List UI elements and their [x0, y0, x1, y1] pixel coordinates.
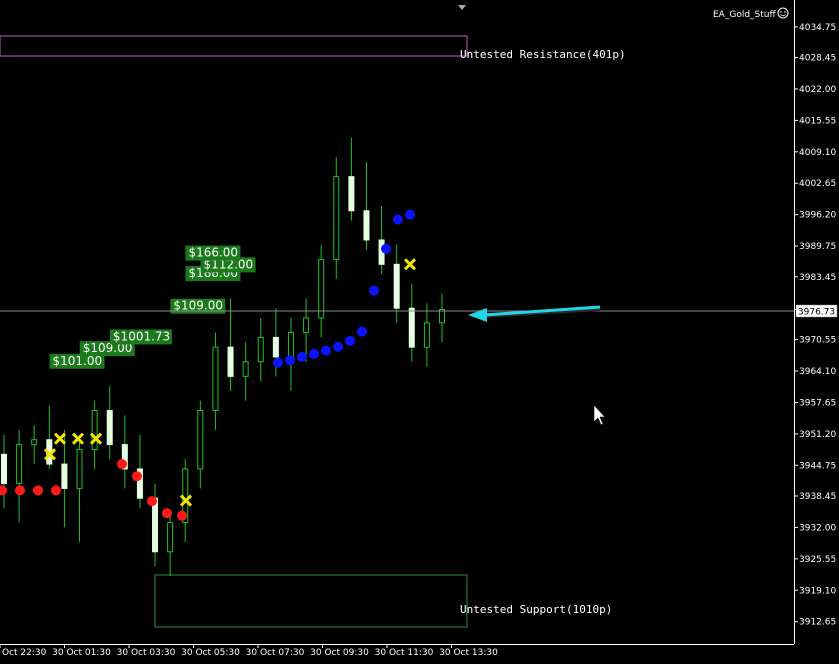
buy-signal-dot: [369, 285, 379, 296]
sell-signal-dot: [15, 485, 25, 496]
bullish-candle: [212, 346, 219, 411]
indicator-name: EA_Gold_Stuff: [713, 10, 776, 20]
sell-signal-dot: [117, 459, 127, 470]
buy-signal-dot: [333, 341, 343, 352]
bearish-candle: [1, 453, 7, 485]
y-tick-label: 3957.65: [799, 398, 836, 408]
bullish-candle: [333, 176, 340, 260]
y-tick-label: 3996.20: [799, 211, 836, 221]
axis-separator: [794, 0, 795, 644]
x-tick-label: 30 Oct 01:30: [52, 648, 111, 658]
x-tick-label: 30 Oct 09:30: [310, 648, 369, 658]
y-tick-label: 3983.45: [799, 273, 836, 283]
bearish-candle: [272, 336, 279, 358]
y-tick-label: 3932.00: [799, 523, 836, 533]
bearish-candle: [393, 263, 400, 309]
x-tick-label: 30 Oct 13:30: [439, 648, 498, 658]
bearish-candle: [363, 210, 370, 241]
sell-signal-dot: [33, 485, 43, 496]
bullish-candle: [76, 448, 83, 489]
price-chart[interactable]: Untested Resistance(401p) Untested Suppo…: [0, 0, 839, 664]
y-tick-label: 3938.45: [799, 492, 836, 502]
buy-signal-dot: [393, 214, 403, 225]
y-tick-label: 3925.55: [799, 555, 836, 565]
bullish-candle: [423, 322, 430, 348]
bullish-candle: [167, 522, 174, 553]
bearish-candle: [152, 497, 159, 553]
current-price-tag: 3976.73: [795, 304, 838, 318]
time-axis-separator: [0, 644, 794, 645]
sell-signal-dot: [177, 510, 187, 521]
support-zone-label: Untested Support(1010p): [460, 603, 612, 616]
buy-signal-dot: [273, 357, 283, 368]
y-tick-label: 4002.65: [799, 179, 836, 189]
sell-signal-dot: [132, 471, 142, 482]
sell-signal-dot: [147, 496, 157, 507]
profit-label: $1001.73: [109, 329, 172, 345]
y-tick-label: 4015.55: [799, 116, 836, 126]
y-tick-label: 3912.65: [799, 618, 836, 628]
x-tick-label: 30 Oct 11:30: [375, 648, 434, 658]
bullish-candle: [16, 444, 23, 485]
bearish-candle: [227, 346, 234, 377]
x-tick-label: 30 Oct 07:30: [246, 648, 305, 658]
bearish-candle: [348, 176, 355, 212]
x-tick-label: 30 Oct 03:30: [117, 648, 176, 658]
y-tick-label: 4022.00: [799, 85, 836, 95]
resistance-zone-label: Untested Resistance(401p): [460, 48, 626, 61]
bearish-candle: [61, 463, 68, 489]
bullish-candle: [242, 361, 249, 377]
buy-signal-dot: [297, 351, 307, 362]
svg-text:$1001.73: $1001.73: [113, 329, 170, 343]
y-tick-label: 3944.75: [799, 461, 836, 471]
bullish-candle: [287, 332, 294, 358]
y-tick-label: 3964.10: [799, 367, 836, 377]
svg-text:$166.00: $166.00: [188, 246, 238, 260]
current-price-value: 3976.73: [798, 308, 835, 318]
bullish-candle: [257, 336, 264, 363]
y-tick-label: 3970.55: [799, 336, 836, 346]
bearish-candle: [106, 409, 113, 446]
buy-signal-dot: [321, 345, 331, 356]
bearish-candle: [408, 307, 415, 348]
sell-signal-dot: [162, 508, 172, 519]
x-tick-label: 30 Oct 05:30: [181, 648, 240, 658]
buy-signal-dot: [345, 335, 355, 346]
bullish-candle: [303, 317, 310, 334]
buy-signal-dot: [285, 355, 295, 366]
buy-signal-dot: [381, 243, 391, 254]
x-tick-label: 30 Oct 22:30: [0, 648, 47, 658]
buy-signal-dot: [309, 348, 319, 359]
y-tick-label: 3919.10: [799, 586, 836, 596]
bullish-candle: [318, 258, 325, 319]
y-tick-label: 4034.75: [799, 23, 836, 33]
bullish-candle: [31, 439, 38, 446]
buy-signal-dot: [405, 209, 415, 220]
y-tick-label: 4009.10: [799, 148, 836, 158]
bullish-candle: [197, 409, 204, 470]
sell-signal-dot: [51, 485, 61, 496]
y-tick-label: 4028.45: [799, 54, 836, 64]
y-tick-label: 3989.75: [799, 242, 836, 252]
buy-signal-dot: [357, 326, 367, 337]
y-tick-label: 3951.20: [799, 430, 836, 440]
profit-label: $166.00: [185, 245, 241, 261]
